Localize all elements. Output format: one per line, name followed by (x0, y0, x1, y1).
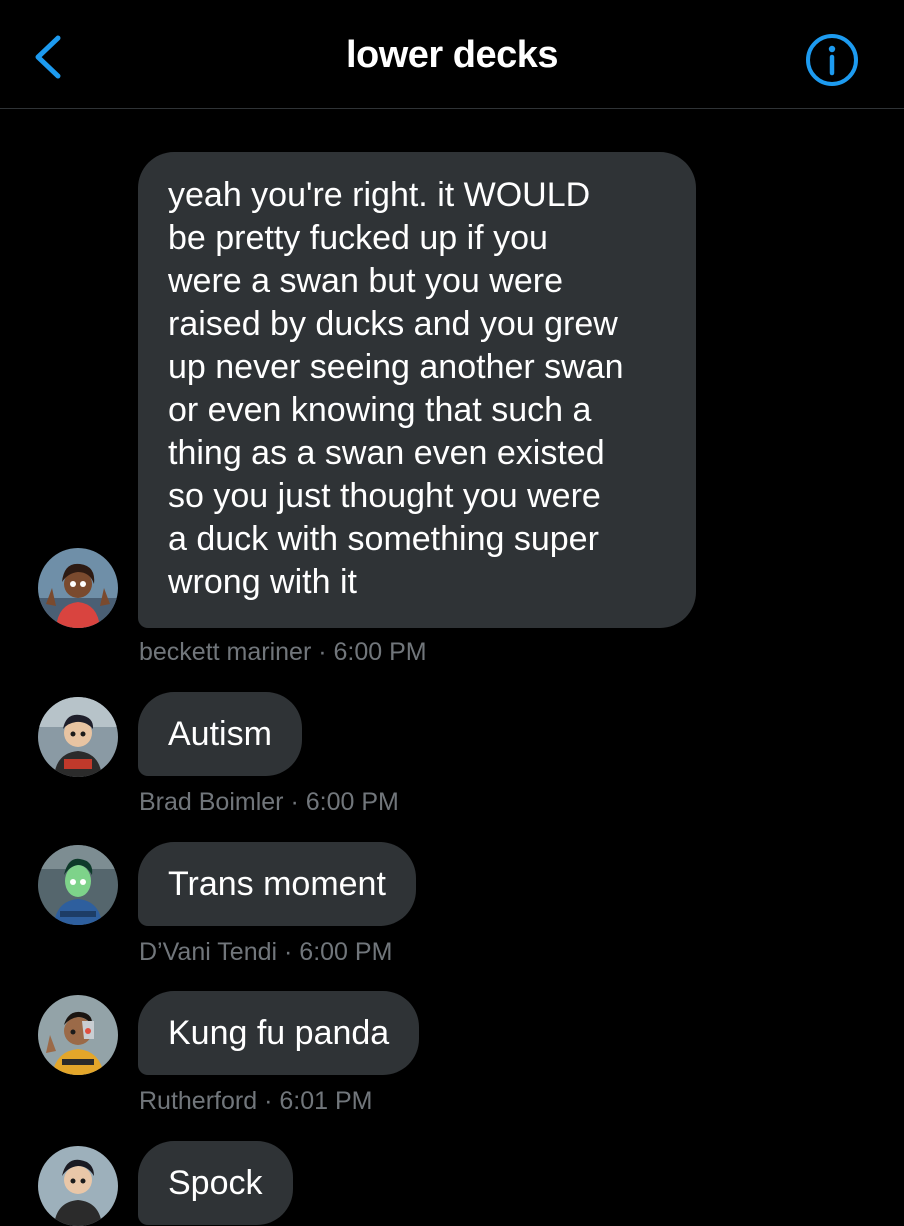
message-time: 6:00 PM (305, 788, 399, 816)
avatar-beckett-mariner[interactable] (38, 548, 118, 628)
message-text-line: thing as a swan even existed (168, 434, 605, 472)
conversation-title: lower decks (345, 34, 559, 76)
avatar-image (38, 995, 118, 1075)
message-time: 6:01 PM (279, 1087, 373, 1115)
message-text-line: raised by ducks and you grew (168, 305, 618, 343)
info-circle-icon (806, 34, 858, 86)
message-text-line: so you just thought you were (168, 477, 601, 515)
message-text-line: a duck with something super (168, 520, 599, 558)
avatar-image (38, 548, 118, 628)
meta-separator: · (290, 788, 306, 816)
message-text-line: wrong with it (168, 563, 357, 601)
message-text-line: be pretty fucked up if you (168, 219, 548, 257)
avatar-dvani-tendi[interactable] (38, 845, 118, 925)
message-text: Spock (168, 1163, 263, 1202)
message-text-line: were a swan but you were (168, 262, 563, 300)
message-bubble[interactable]: Spock (138, 1141, 293, 1225)
avatar-image (38, 697, 118, 777)
avatar-image (38, 1146, 118, 1226)
sender-name: beckett mariner (139, 638, 312, 666)
meta-separator: · (264, 1087, 280, 1115)
meta-separator: · (318, 638, 334, 666)
sender-name: Rutherford (139, 1087, 258, 1115)
message-meta: beckett mariner · 6:00 PM (139, 638, 427, 667)
sender-name: Brad Boimler (139, 788, 284, 816)
message-text: Kung fu panda (168, 1013, 390, 1052)
avatar-brad-boimler[interactable] (38, 697, 118, 777)
message-text: Autism (168, 714, 272, 753)
message-bubble[interactable]: Autism (138, 692, 302, 776)
message-time: 6:00 PM (333, 638, 427, 666)
avatar-rutherford[interactable] (38, 995, 118, 1075)
message-text-line: yeah you're right. it WOULD (168, 176, 591, 214)
message-bubble[interactable]: yeah you're right. it WOULD be pretty fu… (138, 152, 696, 628)
meta-separator: · (284, 938, 300, 966)
avatar-sender[interactable] (38, 1146, 118, 1226)
message-meta: Rutherford · 6:01 PM (139, 1087, 372, 1116)
message-time: 6:00 PM (299, 938, 393, 966)
message-meta: D’Vani Tendi · 6:00 PM (139, 938, 392, 967)
avatar-image (38, 845, 118, 925)
message-bubble[interactable]: Trans moment (138, 842, 416, 926)
message-bubble[interactable]: Kung fu panda (138, 991, 420, 1075)
message-text-line: or even knowing that such a (168, 391, 592, 429)
message-meta: Brad Boimler · 6:00 PM (139, 788, 399, 817)
message-text-line: up never seeing another swan (168, 348, 624, 386)
sender-name: D’Vani Tendi (139, 938, 278, 966)
info-button[interactable] (804, 32, 860, 88)
conversation-header: lower decks (0, 0, 904, 109)
message-text: Trans moment (168, 864, 386, 903)
